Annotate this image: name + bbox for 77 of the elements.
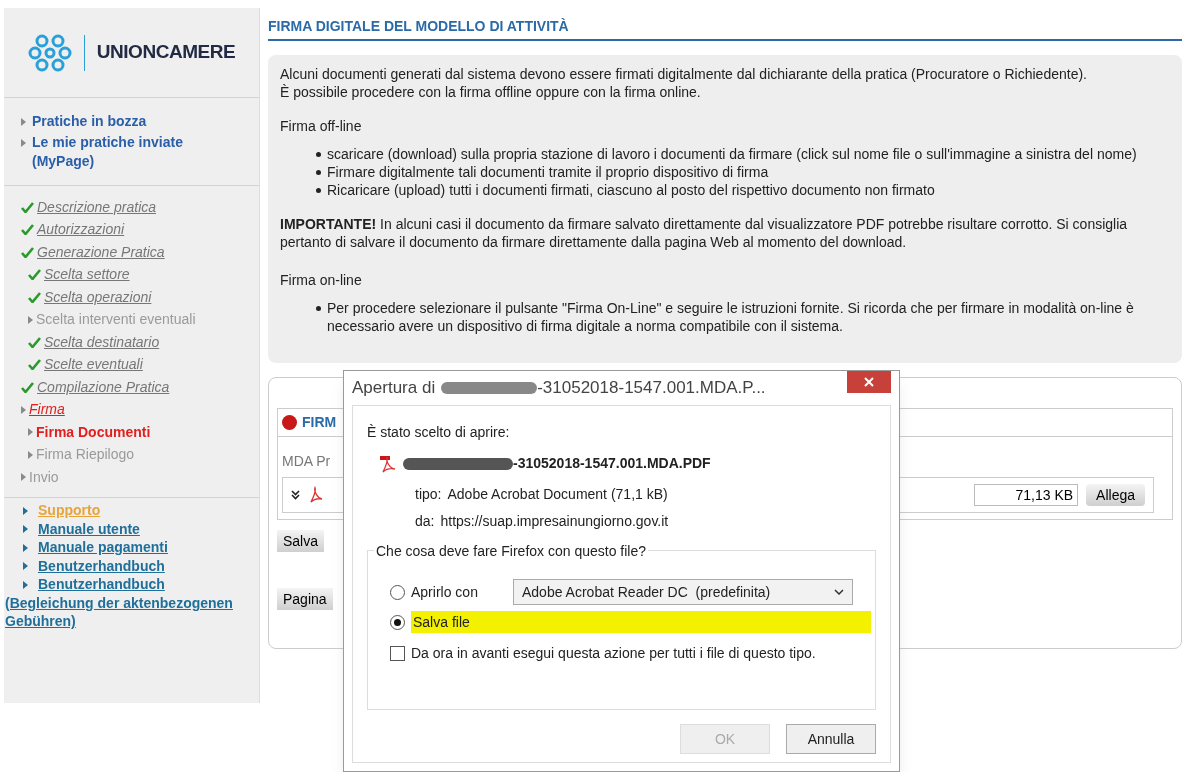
nav-link[interactable]: Pratiche in bozza <box>32 112 147 131</box>
check-icon <box>28 336 41 348</box>
size-field: 71,13 KB <box>974 484 1079 506</box>
brand-name: UNIONCAMERE <box>96 40 236 65</box>
step-link[interactable]: Scelta interventi eventuali <box>36 309 196 331</box>
triangle-icon <box>28 428 33 437</box>
nav-link[interactable]: Le mie pratiche inviate (MyPage) <box>32 133 243 171</box>
check-icon <box>21 381 34 393</box>
caret-icon <box>834 589 844 595</box>
help-link[interactable]: Benutzerhandbuch <box>38 574 165 596</box>
app-dropdown[interactable]: Adobe Acrobat Reader DC (predefinita) <box>513 579 853 605</box>
info-text: Alcuni documenti generati dal sistema devono essere firmati digitalmente dal dichiarante della pratica (Procuratore o Richiedente). <box>280 65 1088 83</box>
step-link[interactable]: Firma <box>29 399 65 421</box>
bullet-icon <box>316 170 321 175</box>
field-label: tipo: <box>415 485 442 504</box>
close-icon <box>864 377 874 387</box>
dialog-title: Apertura di <box>352 377 436 400</box>
step-link[interactable]: Compilazione Pratica <box>37 376 170 398</box>
bullet-icon <box>316 306 321 311</box>
triangle-icon <box>21 139 26 147</box>
step-link[interactable]: Invio <box>29 466 59 488</box>
dialog-button[interactable]: Annulla <box>786 724 876 754</box>
check-icon <box>21 201 34 213</box>
page-button[interactable]: Pagina <box>277 588 333 610</box>
save-button[interactable]: Salva <box>277 530 325 552</box>
table-header: FIRM <box>302 413 337 432</box>
option-label[interactable]: Salva file <box>411 611 871 633</box>
check-icon <box>28 291 41 303</box>
page-title: FIRMA DIGITALE DEL MODELLO DI ATTIVITÀ <box>268 16 1182 41</box>
section-label: MDA Pr <box>282 453 331 469</box>
triangle-icon <box>21 118 26 126</box>
field-value: Adobe Acrobat Document (71,1 kB) <box>447 485 668 504</box>
expand-icon[interactable] <box>291 490 300 500</box>
step-link[interactable]: Scelta operazioni <box>44 286 152 308</box>
check-icon <box>21 224 34 236</box>
field-value: https://suap.impresainungiorno.gov.it <box>440 512 669 531</box>
step-text: Firmare digitalmente tali documenti tramite il proprio dispositivo di firma <box>327 163 769 181</box>
step-link[interactable]: Generazione Pratica <box>37 241 165 263</box>
triangle-icon <box>28 315 33 324</box>
option-label[interactable]: Aprirlo con <box>411 581 507 603</box>
step-link[interactable]: Descrizione pratica <box>37 196 157 218</box>
check-icon <box>28 359 41 371</box>
attach-button[interactable]: Allega <box>1086 484 1145 506</box>
triangle-icon <box>21 473 26 482</box>
step-link[interactable]: Scelta settore <box>44 264 130 286</box>
bullet-icon <box>316 152 321 157</box>
check-icon <box>21 246 34 258</box>
dialog-title: -31052018-1547.001.MDA.P... <box>537 377 766 400</box>
checkbox[interactable] <box>390 646 405 661</box>
triangle-icon <box>21 405 26 414</box>
warning-text: IMPORTANTE! In alcuni casi il documento da firmare salvato direttamente dal visualizzatore PDF potrebbe risultare corrotto. Si consiglia pertanto di salvare il documento da firmare direttamente dalla pagina Web al momento del download. <box>280 215 1129 251</box>
step-link[interactable]: Scelte eventuali <box>44 354 143 376</box>
info-text: È possibile procedere con la firma offline oppure con la firma online. <box>280 83 702 101</box>
triangle-icon <box>23 506 28 515</box>
step-link[interactable]: Autorizzazioni <box>37 219 125 241</box>
help-link[interactable]: (Begleichung der aktenbezogenen Gebühren) <box>4 594 259 630</box>
bullet-icon <box>316 188 321 193</box>
step-text: scaricare (download) sulla propria stazione di lavoro i documenti da firmare (click sul nome file o sull'immagine a sinistra del nome) <box>327 145 1137 163</box>
dialog-label: È stato scelto di aprire: <box>367 423 511 442</box>
field-label: da: <box>415 512 435 531</box>
step-text: Per procedere selezionare il pulsante "Firma On-Line" e seguire le istruzioni fornite. Si ricorda che per firmare in modalità on-line è necessario avere un dispositivo di firma digitale a norma compatibile con il sistema. <box>327 299 1135 335</box>
section-heading: Firma on-line <box>280 271 363 289</box>
checkbox-label[interactable]: Da ora in avanti esegui questa azione per tutti i file di questo tipo. <box>411 643 816 664</box>
step-link[interactable]: Scelta destinatario <box>44 331 160 353</box>
step-link[interactable]: Firma Documenti <box>36 421 151 443</box>
close-button[interactable] <box>847 371 891 393</box>
file-name: -31052018-1547.001.MDA.PDF <box>513 454 711 473</box>
check-icon <box>28 269 41 281</box>
logo-icon <box>27 32 72 73</box>
radio-button[interactable] <box>390 614 405 630</box>
triangle-icon <box>28 450 33 459</box>
radio-button[interactable] <box>390 584 405 600</box>
pdf-icon <box>308 486 324 504</box>
step-link[interactable]: Firma Riepilogo <box>36 444 135 466</box>
step-text: Ricaricare (upload) tutti i documenti firmati, ciascuno al posto del rispettivo documento non firmato <box>327 181 935 199</box>
pdf-icon <box>379 454 397 473</box>
section-heading: Firma off-line <box>280 117 363 135</box>
